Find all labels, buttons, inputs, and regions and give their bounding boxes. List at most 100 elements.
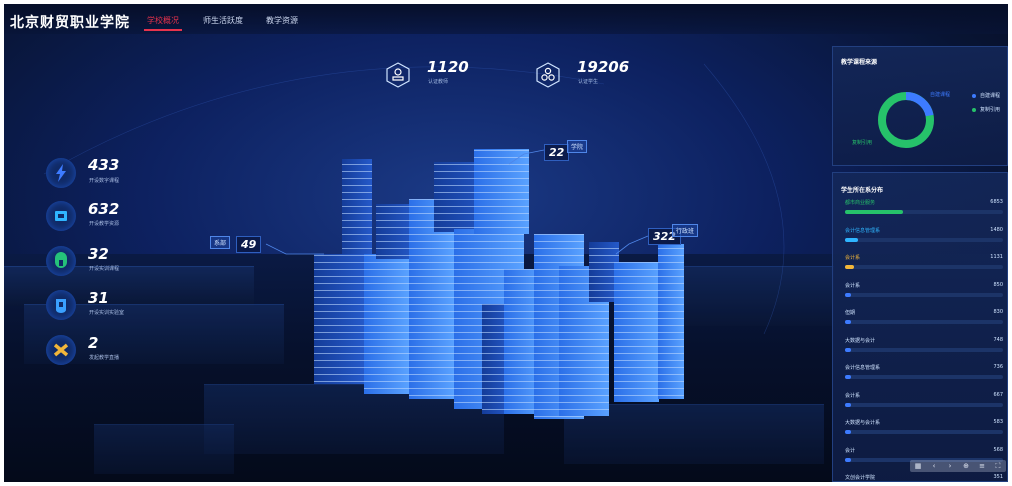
distribution-row-fill xyxy=(845,237,858,242)
zoom-icon[interactable]: ⊕ xyxy=(962,462,970,470)
menu-icon[interactable]: ≡ xyxy=(978,462,986,470)
distribution-row-fill xyxy=(845,320,852,324)
distribution-row: 文创会计学院 351 xyxy=(845,474,1003,482)
callout-department-value: 49 xyxy=(236,236,262,253)
teacher-count-label: 认证教师 xyxy=(428,79,449,85)
distribution-row-value: 736 xyxy=(993,364,1003,370)
ring-label-copy: 复制引用 xyxy=(852,140,873,146)
top-bar: 北京财贸职业学院 学校概况 师生活跃度 教学资源 xyxy=(4,4,1008,34)
legend-self[interactable]: 自建课程 xyxy=(972,92,1000,99)
tab-school-overview[interactable]: 学校概况 xyxy=(147,15,179,26)
distribution-row-name: 大数据与会计系 xyxy=(845,420,881,426)
distribution-row-fill xyxy=(845,292,852,297)
callout-college-label: 学院 xyxy=(567,140,588,153)
distribution-row-fill xyxy=(845,347,852,352)
student-count: 19206 xyxy=(577,58,630,76)
grid-icon[interactable]: ▦ xyxy=(914,462,922,470)
distribution-row-value: 850 xyxy=(993,281,1003,288)
distribution-row-value: 351 xyxy=(993,474,1003,480)
stat-circle xyxy=(46,158,76,188)
distribution-row-fill xyxy=(845,210,904,214)
distribution-row: 会计系 667 xyxy=(845,392,1003,416)
dashboard-screen: 北京财贸职业学院 学校概况 师生活跃度 教学资源 1120 认证教师 19206… xyxy=(4,4,1008,482)
training-icon xyxy=(55,252,67,268)
distribution-row-value: 1131 xyxy=(990,254,1003,260)
distribution-row-track xyxy=(845,292,1003,297)
stat-lab-label: 开设实训实验室 xyxy=(89,310,125,316)
distribution-row-value: 583 xyxy=(993,419,1003,425)
distribution-row-value: 568 xyxy=(993,446,1003,453)
distribution-row-name: 会计信息管理系 xyxy=(845,365,881,371)
distribution-row-fill xyxy=(845,375,852,379)
distribution-row: 都市商业服务 6853 xyxy=(845,199,1003,223)
teacher-count: 1120 xyxy=(427,58,469,76)
course-source-donut xyxy=(878,92,934,148)
student-count-label: 认证学生 xyxy=(578,79,599,85)
stat-resource-count: 632 xyxy=(88,200,120,218)
stat-live-label: 发起教学直播 xyxy=(89,355,120,361)
viewer-toolbar: ▦ ‹ › ⊕ ≡ ⛶ xyxy=(910,460,1006,472)
distribution-row-name: 会计系 xyxy=(845,392,861,399)
distribution-row-track xyxy=(845,210,1003,214)
callout-college-value: 22 xyxy=(544,144,570,161)
distribution-row-track xyxy=(845,347,1003,352)
fullscreen-icon[interactable]: ⛶ xyxy=(994,462,1002,470)
building-cluster xyxy=(314,149,684,419)
distribution-row-track xyxy=(845,320,1003,324)
stat-training-count: 32 xyxy=(88,245,109,263)
distribution-row-value: 6853 xyxy=(990,199,1003,205)
distribution-row-name: 大数据与会计 xyxy=(845,337,876,344)
prev-icon[interactable]: ‹ xyxy=(930,462,938,470)
stat-circle xyxy=(46,335,76,365)
distribution-row-name: 会计系 xyxy=(845,255,861,261)
stat-circle xyxy=(46,201,76,231)
distribution-row-track xyxy=(845,402,1003,407)
distribution-row: 大数据与会计 748 xyxy=(845,337,1003,361)
stat-training-label: 开设实训课程 xyxy=(89,266,120,272)
distribution-row: 会计信息管理系 736 xyxy=(845,364,1003,388)
active-tab-indicator xyxy=(144,29,182,31)
distribution-row-track xyxy=(845,237,1003,242)
live-icon xyxy=(53,343,69,357)
lab-icon xyxy=(56,299,66,313)
student-distribution-panel: 学生所在系分布 都市商业服务 6853 会计信息管理系 1480 会计系 1131 会计系 8… xyxy=(832,172,1008,482)
lightning-icon xyxy=(56,164,66,182)
distribution-row-name: 但期 xyxy=(845,310,856,316)
teacher-icon xyxy=(386,62,410,88)
distribution-row-fill xyxy=(845,457,851,462)
distribution-row-name: 文创会计学院 xyxy=(845,475,876,481)
distribution-row-name: 都市商业服务 xyxy=(845,200,876,206)
tab-activity[interactable]: 师生活跃度 xyxy=(203,15,243,26)
distribution-row: 但期 830 xyxy=(845,309,1003,333)
student-icon xyxy=(536,62,560,88)
distribution-row-fill xyxy=(845,430,851,434)
tab-teaching-resources[interactable]: 教学资源 xyxy=(266,15,298,26)
legend-dot xyxy=(972,93,976,98)
legend-self-label: 自建课程 xyxy=(980,93,1001,99)
distribution-row-track xyxy=(845,375,1003,379)
distribution-row-value: 1480 xyxy=(990,226,1003,233)
distribution-row-name: 会计系 xyxy=(845,282,861,289)
distribution-row-name: 会计 xyxy=(845,447,856,454)
distribution-row-fill xyxy=(845,402,851,407)
next-icon[interactable]: › xyxy=(946,462,954,470)
distribution-row-track xyxy=(845,430,1003,434)
distribution-row-name: 会计信息管理系 xyxy=(845,227,881,234)
distribution-row-value: 748 xyxy=(993,336,1003,343)
distribution-row: 会计系 850 xyxy=(845,282,1003,306)
callout-class-label: 行政班 xyxy=(672,224,699,237)
course-source-title: 教学课程来源 xyxy=(841,59,878,66)
stat-course-label: 开设数字课程 xyxy=(89,178,120,184)
distribution-row-fill xyxy=(845,265,855,269)
distribution-row: 会计系 1131 xyxy=(845,254,1003,278)
stat-circle xyxy=(46,290,76,320)
legend-copy[interactable]: 复制引用 xyxy=(972,106,1000,113)
stat-course-count: 433 xyxy=(88,156,120,174)
legend-dot xyxy=(972,107,976,112)
student-distribution-title: 学生所在系分布 xyxy=(841,187,884,194)
ring-label-self: 自建课程 xyxy=(930,92,951,98)
app-title: 北京财贸职业学院 xyxy=(10,15,130,31)
callout-department-label: 系部 xyxy=(210,236,231,249)
resource-icon xyxy=(55,211,67,221)
legend-copy-label: 复制引用 xyxy=(980,107,1001,113)
